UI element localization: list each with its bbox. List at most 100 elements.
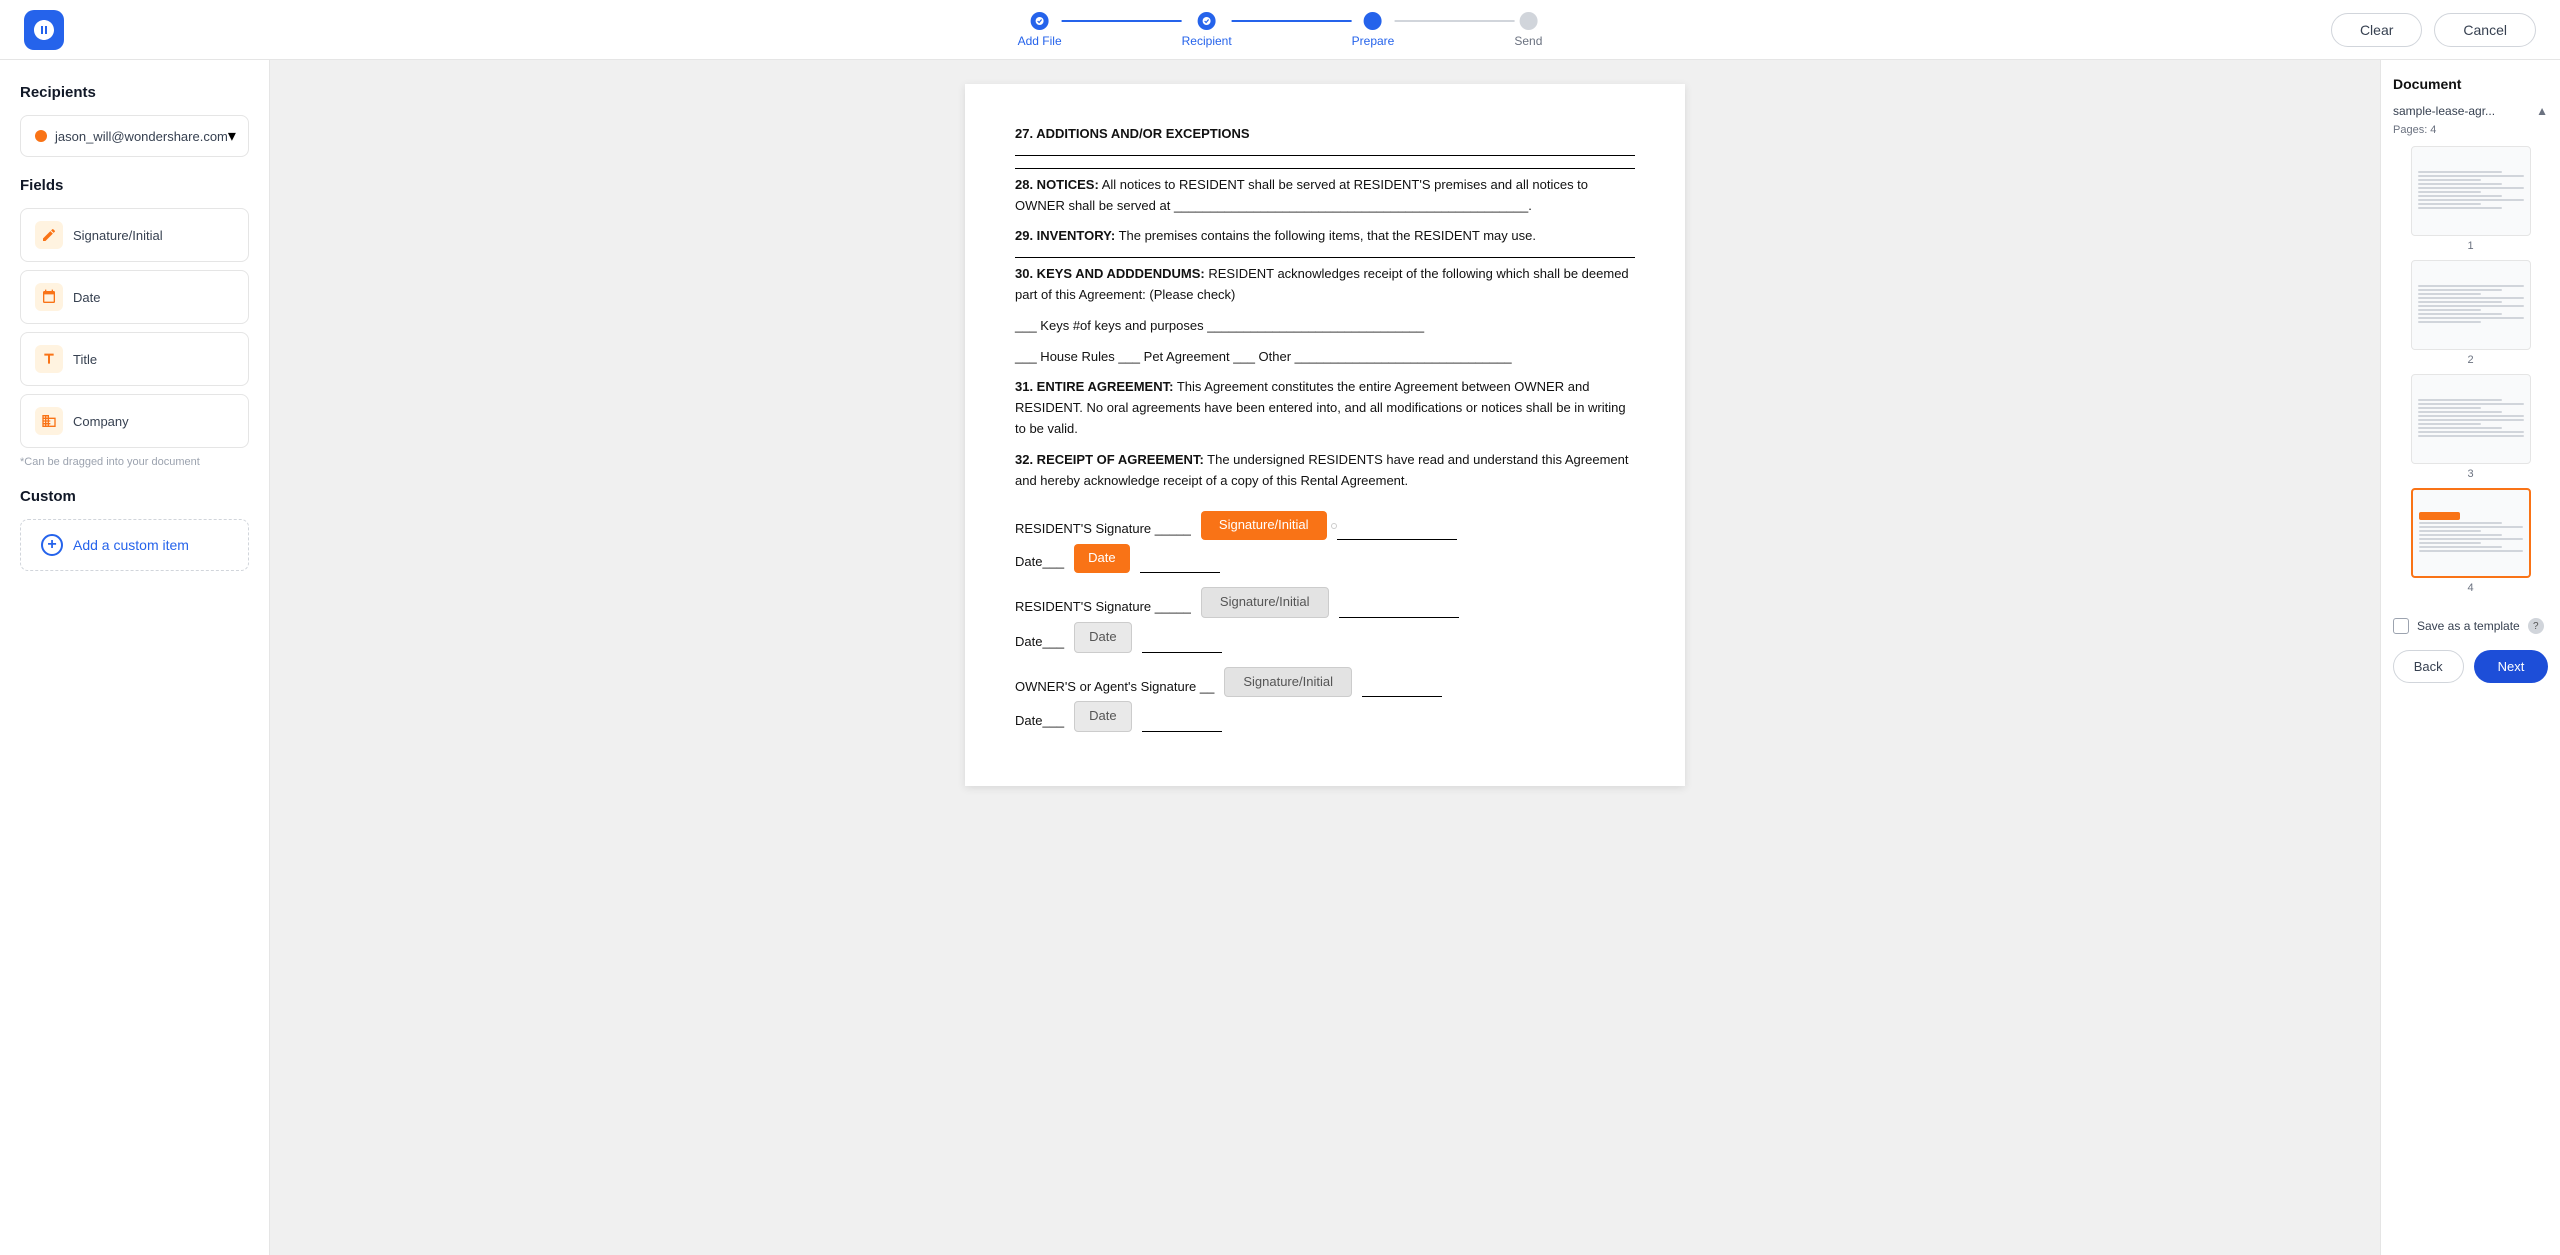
tl <box>2419 550 2523 552</box>
section-29: 29. INVENTORY: The premises contains the… <box>1015 226 1635 247</box>
resident-sig-label-2: RESIDENT'S Signature _____ <box>1015 597 1191 618</box>
field-title[interactable]: Title <box>20 332 249 386</box>
section-32: 32. RECEIPT OF AGREEMENT: The undersigne… <box>1015 450 1635 492</box>
step-send: Send <box>1514 12 1542 48</box>
sig-line-1 <box>1337 539 1457 540</box>
tl <box>2418 305 2524 307</box>
step-line-2 <box>1232 20 1352 22</box>
keys-line: ___ Keys #of keys and purposes _________… <box>1015 316 1635 337</box>
step-add-file: Add File <box>1018 12 1062 48</box>
save-template-checkbox[interactable] <box>2393 618 2409 634</box>
signature-icon <box>35 221 63 249</box>
fields-title: Fields <box>20 177 249 194</box>
tl <box>2419 522 2502 524</box>
thumbnail-page-2[interactable] <box>2411 260 2531 350</box>
tl <box>2419 542 2481 544</box>
tl <box>2418 183 2503 185</box>
step-label-recipient: Recipient <box>1182 34 1232 48</box>
step-label-prepare: Prepare <box>1352 34 1395 48</box>
dot-icon <box>1368 16 1378 26</box>
drag-hint: *Can be dragged into your document <box>20 456 249 468</box>
tl <box>2418 321 2482 323</box>
owner-sig-label: OWNER'S or Agent's Signature __ <box>1015 677 1214 698</box>
thumbnail-page-4[interactable] <box>2411 488 2531 578</box>
drag-handle <box>1331 523 1337 529</box>
sig-line-3 <box>1362 696 1442 697</box>
add-custom-label: Add a custom item <box>73 537 189 553</box>
app-logo <box>24 10 64 50</box>
checkmark-icon-2 <box>1202 16 1212 26</box>
recipient-dot <box>35 130 47 142</box>
recipient-left: jason_will@wondershare.com <box>35 129 228 144</box>
signature-field-ghost-2: Signature/Initial <box>1224 667 1352 698</box>
date-field-active[interactable]: Date <box>1074 544 1129 573</box>
title-icon <box>35 345 63 373</box>
field-date[interactable]: Date <box>20 270 249 324</box>
custom-section: Custom + Add a custom item <box>20 488 249 571</box>
help-icon[interactable]: ? <box>2528 618 2544 634</box>
step-label-send: Send <box>1514 34 1542 48</box>
thumb-orange-bar <box>2419 512 2461 520</box>
tl <box>2418 309 2482 311</box>
clear-button[interactable]: Clear <box>2331 13 2422 47</box>
thumb-lines-4 <box>2413 506 2529 560</box>
section-29-line <box>1015 257 1635 258</box>
step-recipient: Recipient <box>1182 12 1232 48</box>
thumb-num-2: 2 <box>2393 354 2548 366</box>
right-panel-title: Document <box>2393 76 2548 92</box>
add-custom-button[interactable]: + Add a custom item <box>20 519 249 571</box>
tl <box>2419 526 2523 528</box>
tl <box>2418 411 2503 413</box>
rules-line: ___ House Rules ___ Pet Agreement ___ Ot… <box>1015 347 1635 368</box>
tl <box>2418 179 2482 181</box>
custom-title: Custom <box>20 488 249 505</box>
date-label-3: Date___ <box>1015 711 1064 732</box>
tl <box>2418 399 2503 401</box>
date-row-3: Date___ Date <box>1015 701 1635 732</box>
date-label-2: Date___ <box>1015 632 1064 653</box>
tl <box>2419 530 2481 532</box>
back-button[interactable]: Back <box>2393 650 2464 683</box>
recipient-row[interactable]: jason_will@wondershare.com ▾ <box>20 115 249 157</box>
progress-steps: Add File Recipient Prepare Send <box>1018 12 1543 48</box>
sig-block-2: RESIDENT'S Signature _____ Signature/Ini… <box>1015 587 1635 653</box>
field-company[interactable]: Company <box>20 394 249 448</box>
sig-block-1: RESIDENT'S Signature _____ Signature/Ini… <box>1015 511 1635 573</box>
tl <box>2418 407 2482 409</box>
tl <box>2418 313 2503 315</box>
thumb-lines-1 <box>2412 165 2530 217</box>
next-button[interactable]: Next <box>2474 650 2549 683</box>
field-label-signature: Signature/Initial <box>73 228 163 243</box>
sig-row-1: RESIDENT'S Signature _____ Signature/Ini… <box>1015 511 1635 540</box>
tl <box>2418 285 2524 287</box>
thumbnail-group: sample-lease-agr... ▲ Pages: 4 <box>2393 104 2548 594</box>
bottom-actions: Back Next <box>2393 650 2548 683</box>
tl <box>2418 195 2503 197</box>
section-28: 28. NOTICES: All notices to RESIDENT sha… <box>1015 175 1635 217</box>
tl <box>2418 207 2503 209</box>
document-area: 27. ADDITIONS AND/OR EXCEPTIONS 28. NOTI… <box>270 60 2380 1255</box>
right-panel: Document sample-lease-agr... ▲ Pages: 4 <box>2380 60 2560 1255</box>
fields-section: Fields Signature/Initial Date Title <box>20 177 249 468</box>
signature-field-active[interactable]: Signature/Initial <box>1201 511 1327 540</box>
tl <box>2418 203 2482 205</box>
collapse-icon[interactable]: ▲ <box>2536 104 2548 118</box>
save-template-row: Save as a template ? <box>2393 610 2548 634</box>
step-prepare: Prepare <box>1352 12 1395 48</box>
sig-line-2 <box>1339 617 1459 618</box>
pages-label: Pages: 4 <box>2393 124 2548 136</box>
tl <box>2418 187 2524 189</box>
cancel-button[interactable]: Cancel <box>2434 13 2536 47</box>
field-signature[interactable]: Signature/Initial <box>20 208 249 262</box>
step-line-1 <box>1062 20 1182 22</box>
date-icon <box>35 283 63 311</box>
thumbnail-page-3[interactable] <box>2411 374 2531 464</box>
date-row-1: Date___ Date <box>1015 544 1635 573</box>
tl <box>2418 419 2524 421</box>
section-27-line2 <box>1015 168 1635 169</box>
thumbnail-page-1[interactable] <box>2411 146 2531 236</box>
doc-thumb-header: sample-lease-agr... ▲ <box>2393 104 2548 118</box>
topbar-left <box>24 10 64 50</box>
save-template-label: Save as a template <box>2417 619 2520 633</box>
tl <box>2418 431 2524 433</box>
